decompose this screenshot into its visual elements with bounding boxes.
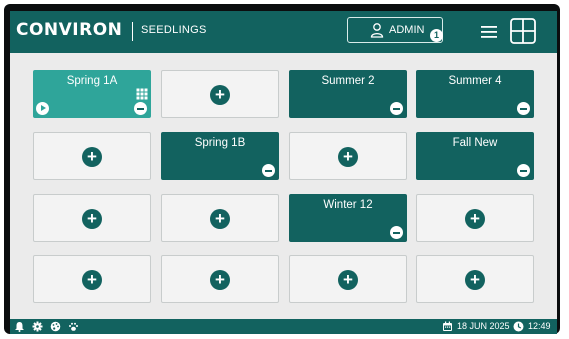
chamber-name: Summer 2 [321, 75, 375, 87]
user-icon [370, 23, 384, 38]
brand-logo: CONVIRON [16, 20, 123, 40]
add-chamber-button[interactable]: + [210, 270, 230, 290]
empty-chamber-slot[interactable]: + [33, 255, 151, 303]
add-chamber-button[interactable]: + [82, 270, 102, 290]
notification-badge[interactable]: 1 [430, 29, 443, 42]
chamber-tile[interactable]: Summer 2 [289, 70, 407, 118]
top-bar: CONVIRON SEEDLINGS ADMIN 1 [10, 11, 557, 53]
add-chamber-button[interactable]: + [82, 147, 102, 167]
add-chamber-button[interactable]: + [338, 147, 358, 167]
add-chamber-button[interactable]: + [210, 209, 230, 229]
remove-chamber-button[interactable] [262, 164, 275, 177]
user-label: ADMIN [389, 24, 425, 36]
empty-chamber-slot[interactable]: + [416, 194, 534, 242]
current-time: 12:49 [528, 321, 551, 331]
empty-chamber-slot[interactable]: + [416, 255, 534, 303]
add-chamber-button[interactable]: + [465, 209, 485, 229]
chamber-name: Fall New [452, 137, 498, 149]
chamber-name: Spring 1B [194, 137, 246, 149]
remove-chamber-button[interactable] [517, 164, 530, 177]
remove-chamber-button[interactable] [134, 102, 147, 115]
add-chamber-button[interactable]: + [210, 85, 230, 105]
empty-chamber-slot[interactable]: + [161, 255, 279, 303]
dot-grid-icon[interactable] [136, 88, 148, 100]
chamber-name: Spring 1A [66, 75, 118, 87]
chamber-name: Summer 4 [448, 75, 502, 87]
current-date: 18 JUN 2025 [457, 321, 510, 331]
play-icon[interactable] [36, 102, 49, 115]
empty-chamber-slot[interactable]: + [289, 255, 407, 303]
chamber-tile[interactable]: Summer 4 [416, 70, 534, 118]
gear-icon[interactable] [32, 321, 43, 332]
add-chamber-button[interactable]: + [465, 270, 485, 290]
remove-chamber-button[interactable] [517, 102, 530, 115]
chamber-tile[interactable]: Spring 1A [33, 70, 151, 118]
status-bar: 18 JUN 2025 12:49 [10, 319, 557, 334]
palette-icon[interactable] [50, 321, 61, 332]
empty-chamber-slot[interactable]: + [33, 194, 151, 242]
user-account-button[interactable]: ADMIN [347, 17, 443, 43]
clock-icon[interactable] [513, 321, 524, 332]
add-chamber-button[interactable]: + [82, 209, 102, 229]
grid-layout-icon[interactable] [510, 18, 536, 44]
remove-chamber-button[interactable] [390, 226, 403, 239]
bell-icon[interactable] [14, 321, 25, 332]
chamber-name: Winter 12 [323, 199, 373, 211]
calendar-icon[interactable] [442, 321, 453, 332]
paw-icon[interactable] [68, 321, 79, 332]
chamber-tile[interactable]: Winter 12 [289, 194, 407, 242]
chamber-tile[interactable]: Spring 1B [161, 132, 279, 180]
screen: CONVIRON SEEDLINGS ADMIN 1 Spring 1A + Sum… [10, 11, 557, 334]
empty-chamber-slot[interactable]: + [33, 132, 151, 180]
section-title: SEEDLINGS [141, 24, 207, 36]
hamburger-menu-icon[interactable] [481, 25, 497, 39]
add-chamber-button[interactable]: + [338, 270, 358, 290]
chamber-tile[interactable]: Fall New [416, 132, 534, 180]
remove-chamber-button[interactable] [390, 102, 403, 115]
empty-chamber-slot[interactable]: + [161, 194, 279, 242]
empty-chamber-slot[interactable]: + [289, 132, 407, 180]
header-divider [132, 22, 133, 41]
empty-chamber-slot[interactable]: + [161, 70, 279, 118]
